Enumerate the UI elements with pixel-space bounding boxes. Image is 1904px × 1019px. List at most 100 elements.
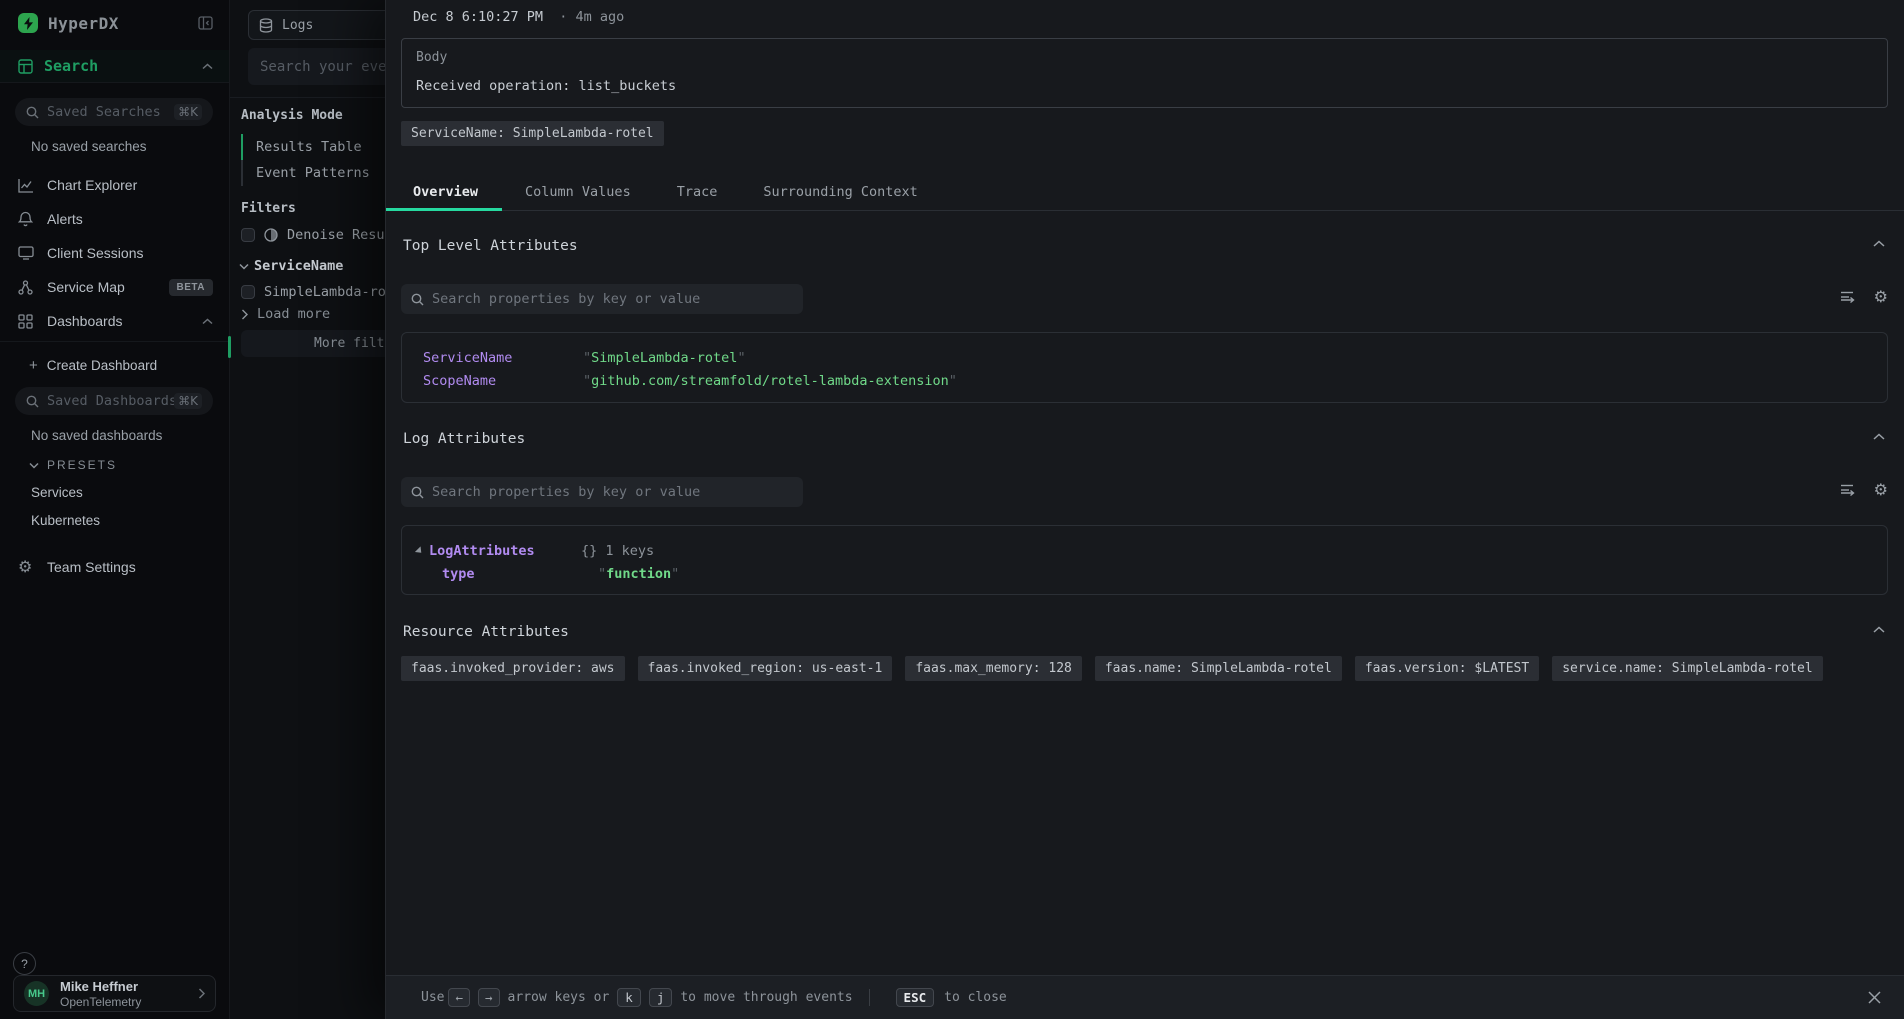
search-section-label: Search	[44, 57, 98, 75]
key-k-badge: k	[617, 988, 641, 1007]
tab-overview[interactable]: Overview	[386, 177, 502, 211]
load-more-label: Load more	[257, 306, 330, 322]
load-more-button[interactable]: Load more	[241, 306, 330, 322]
log-attributes-root-row[interactable]: LogAttributes {} 1 keys	[402, 539, 1887, 562]
footer-arrows-text: arrow keys or	[508, 990, 610, 1005]
team-settings-label: Team Settings	[47, 559, 136, 575]
brand-title: HyperDX	[48, 14, 119, 33]
saved-dashboards-field[interactable]	[47, 393, 174, 409]
collapse-section-icon[interactable]	[1873, 433, 1885, 441]
resource-chip[interactable]: faas.invoked_region: us-east-1	[638, 656, 893, 681]
log-attributes-actions: ⚙	[1840, 482, 1888, 498]
expand-triangle-icon[interactable]	[415, 546, 424, 555]
facet-value-row[interactable]: SimpleLambda-rotel	[241, 284, 385, 300]
chart-icon	[18, 178, 35, 193]
resource-chip[interactable]: faas.max_memory: 128	[905, 656, 1082, 681]
tab-column-values[interactable]: Column Values	[502, 177, 654, 211]
sidebar-item-alerts[interactable]: Alerts	[0, 202, 229, 236]
attribute-value: function	[606, 566, 671, 582]
sidebar-item-services[interactable]: Services	[31, 485, 229, 500]
top-level-search-field[interactable]	[432, 291, 793, 307]
detail-tabs: Overview Column Values Trace Surrounding…	[386, 177, 1904, 211]
top-level-attributes-title: Top Level Attributes	[403, 238, 578, 254]
sidebar-item-search[interactable]: Search	[0, 50, 229, 83]
tab-trace[interactable]: Trace	[654, 177, 741, 211]
search-table-icon	[18, 59, 33, 74]
sidebar-item-team-settings[interactable]: ⚙ Team Settings	[0, 552, 229, 582]
top-level-actions: ⚙	[1840, 289, 1888, 305]
gear-icon[interactable]: ⚙	[1874, 482, 1888, 498]
sidebar-collapse-icon[interactable]	[198, 16, 213, 30]
create-dashboard-button[interactable]: + Create Dashboard	[29, 357, 229, 374]
attribute-row[interactable]: ScopeName "github.com/streamfold/rotel-l…	[402, 369, 1887, 392]
presets-toggle[interactable]: PRESETS	[29, 458, 229, 472]
more-filters-button[interactable]: More filters	[241, 330, 385, 357]
quote-mark: "	[671, 566, 679, 582]
sidebar-item-label: Service Map	[47, 279, 125, 295]
key-esc-badge: ESC	[896, 988, 935, 1007]
sidebar-item-kubernetes[interactable]: Kubernetes	[31, 513, 229, 528]
avatar: MH	[24, 981, 49, 1006]
chevron-down-icon	[239, 263, 249, 270]
collapse-section-icon[interactable]	[1873, 240, 1885, 248]
saved-dashboards-input[interactable]: ⌘K	[15, 387, 213, 415]
resource-chip[interactable]: faas.invoked_provider: aws	[401, 656, 625, 681]
quote-mark: "	[598, 566, 606, 582]
facet-value-label: SimpleLambda-rotel	[264, 284, 385, 300]
log-attributes-search-box[interactable]	[401, 477, 803, 507]
sidebar-item-dashboards[interactable]: Dashboards	[0, 304, 229, 338]
user-org: OpenTelemetry	[60, 995, 141, 1009]
source-select[interactable]: Logs	[248, 10, 385, 40]
denoise-filter-row[interactable]: Denoise Results	[241, 227, 385, 243]
top-level-search-box[interactable]	[401, 284, 803, 314]
mode-event-patterns[interactable]: Event Patterns	[241, 160, 370, 186]
filter-lines-icon[interactable]	[1840, 290, 1857, 304]
facet-checkbox[interactable]	[241, 285, 255, 299]
chevron-up-icon[interactable]	[202, 63, 213, 70]
event-detail-panel: Dec 8 6:10:27 PM · 4m ago Body Received …	[385, 0, 1904, 1019]
chevron-up-icon[interactable]	[202, 318, 213, 325]
sidebar-item-client-sessions[interactable]: Client Sessions	[0, 236, 229, 270]
collapse-section-icon[interactable]	[1873, 626, 1885, 634]
service-name-chip[interactable]: ServiceName: SimpleLambda-rotel	[401, 121, 664, 146]
footer-close-text: to close	[944, 990, 1007, 1005]
resource-chip[interactable]: faas.name: SimpleLambda-rotel	[1095, 656, 1342, 681]
filter-lines-icon[interactable]	[1840, 483, 1857, 497]
denoise-checkbox[interactable]	[241, 228, 255, 242]
quote-mark: "	[583, 373, 591, 389]
facet-group-servicename[interactable]: ServiceName	[239, 258, 343, 274]
sidebar-item-chart-explorer[interactable]: Chart Explorer	[0, 168, 229, 202]
search-side-panel: Logs Analysis Mode Results Table Event P…	[230, 0, 385, 1019]
resource-chip[interactable]: service.name: SimpleLambda-rotel	[1552, 656, 1822, 681]
help-button[interactable]: ?	[13, 952, 36, 975]
user-menu[interactable]: MH Mike Heffner OpenTelemetry	[13, 975, 216, 1012]
footer-move-text: to move through events	[680, 990, 852, 1005]
tab-surrounding-context[interactable]: Surrounding Context	[740, 177, 940, 211]
events-search-box[interactable]	[248, 48, 385, 85]
sidebar-item-label: Client Sessions	[47, 245, 144, 261]
key-right-badge: →	[478, 988, 500, 1007]
mode-results-table[interactable]: Results Table	[241, 134, 370, 160]
no-saved-dashboards-text: No saved dashboards	[31, 428, 229, 443]
resource-chip[interactable]: faas.version: $LATEST	[1355, 656, 1539, 681]
saved-dashboards-shortcut: ⌘K	[174, 393, 202, 409]
attribute-value: github.com/streamfold/rotel-lambda-exten…	[591, 373, 949, 389]
events-search-field[interactable]	[260, 59, 385, 75]
presets-label: PRESETS	[47, 458, 117, 472]
attribute-key: ServiceName	[423, 350, 583, 366]
quote-mark: "	[583, 350, 591, 366]
gear-icon[interactable]: ⚙	[1874, 289, 1888, 305]
attribute-row[interactable]: type "function"	[402, 562, 1887, 585]
saved-searches-field[interactable]	[47, 104, 174, 120]
saved-searches-input[interactable]: ⌘K	[15, 98, 213, 126]
sidebar-item-service-map[interactable]: Service Map BETA	[0, 270, 229, 304]
top-level-attributes-box: ServiceName "SimpleLambda-rotel" ScopeNa…	[401, 332, 1888, 403]
close-icon[interactable]	[1867, 990, 1882, 1005]
divider	[230, 97, 385, 98]
denoise-icon	[264, 228, 278, 242]
log-attributes-search-field[interactable]	[432, 484, 793, 500]
sidebar-item-label: Dashboards	[47, 313, 123, 329]
timestamp-text: Dec 8 6:10:27 PM	[413, 9, 543, 25]
resource-attributes-title: Resource Attributes	[403, 624, 569, 640]
attribute-row[interactable]: ServiceName "SimpleLambda-rotel"	[402, 346, 1887, 369]
